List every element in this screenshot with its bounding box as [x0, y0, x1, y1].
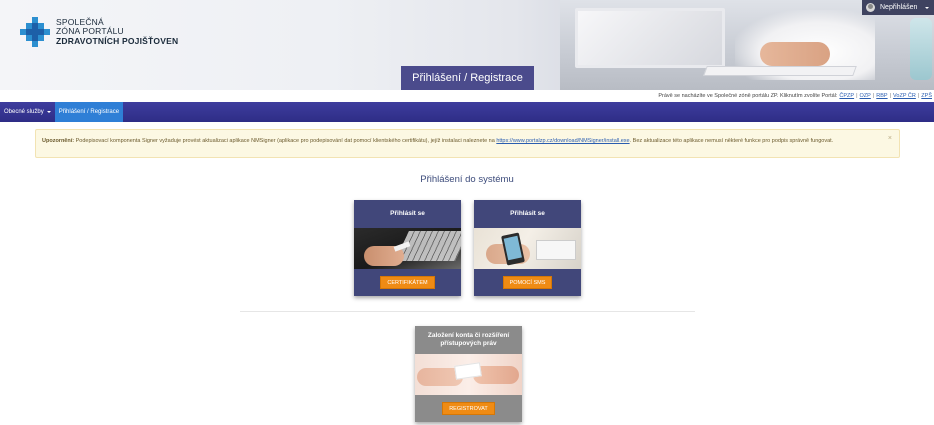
page-title: Přihlášení do systému [420, 174, 514, 185]
alert-download-link[interactable]: https://www.portalzp.cz/download/NMSigne… [496, 138, 629, 144]
portal-link-rbp[interactable]: RBP [876, 93, 887, 99]
header-banner: SPOLEČNÁ ZÓNA PORTÁLU ZDRAVOTNÍCH POJIŠŤ… [0, 0, 934, 90]
chevron-down-icon [925, 6, 930, 9]
banner-monitor [575, 8, 725, 68]
alert-title: Upozornění: [42, 138, 75, 144]
chevron-down-icon [46, 111, 51, 113]
logo-line-3: ZDRAVOTNÍCH POJIŠŤOVEN [56, 35, 179, 46]
warning-alert: Upozornění: Podepisovací komponenta Sign… [35, 129, 900, 158]
register-image [415, 354, 522, 395]
portal-logo[interactable]: SPOLEČNÁ ZÓNA PORTÁLU ZDRAVOTNÍCH POJIŠŤ… [20, 17, 178, 47]
card-title: Založení konta či rozšíření přístupových… [415, 326, 522, 354]
sms-image [474, 228, 581, 269]
divider [240, 311, 695, 312]
user-menu[interactable]: Nepřihlášen [862, 0, 934, 15]
logo-text: SPOLEČNÁ ZÓNA PORTÁLU ZDRAVOTNÍCH POJIŠŤ… [56, 17, 179, 47]
portal-link-ozp[interactable]: OZP [860, 93, 871, 99]
nav-general-services[interactable]: Obecné služby [0, 102, 55, 122]
alert-text: Podepisovací komponenta Signer vyžaduje … [75, 138, 495, 144]
portal-link-cpzp[interactable]: ČPZP [839, 93, 854, 99]
portal-link-zps[interactable]: ZPŠ [921, 93, 932, 99]
portal-selector: Právě se nacházíte ve Společné zóně port… [0, 90, 934, 102]
user-icon [866, 3, 875, 12]
portal-strip-text: Právě se nacházíte ve Společné zóně port… [658, 93, 838, 99]
main-navbar: Obecné služby Přihlášení / Registrace [0, 102, 934, 122]
logo-cross-icon [20, 17, 50, 47]
close-icon[interactable]: × [888, 135, 892, 143]
login-sms-button[interactable]: POMOCÍ SMS [502, 276, 553, 289]
banner-keyboard [703, 66, 857, 76]
login-certificate-card[interactable]: Přihlásit se CERTIFIKÁTEM [354, 200, 461, 296]
banner-bottle [910, 18, 932, 80]
user-label: Nepřihlášen [880, 4, 918, 11]
alert-text-after: . Bez aktualizace této aplikace nemusí n… [629, 138, 834, 144]
login-certificate-button[interactable]: CERTIFIKÁTEM [380, 276, 435, 289]
hero-tab-login[interactable]: Přihlášení / Registrace [401, 66, 534, 90]
portal-link-vozp[interactable]: VoZP ČR [893, 93, 916, 99]
card-title: Přihlásit se [474, 200, 581, 228]
nav-general-services-label: Obecné služby [4, 109, 44, 115]
login-sms-card[interactable]: Přihlásit se POMOCÍ SMS [474, 200, 581, 296]
nav-login-registration[interactable]: Přihlášení / Registrace [54, 102, 124, 122]
certificate-image [354, 228, 461, 269]
register-button[interactable]: REGISTROVAT [442, 402, 495, 415]
card-title: Přihlásit se [354, 200, 461, 228]
nav-login-registration-label: Přihlášení / Registrace [58, 109, 120, 115]
register-card[interactable]: Založení konta či rozšíření přístupových… [415, 326, 522, 422]
banner-hand [760, 42, 830, 66]
